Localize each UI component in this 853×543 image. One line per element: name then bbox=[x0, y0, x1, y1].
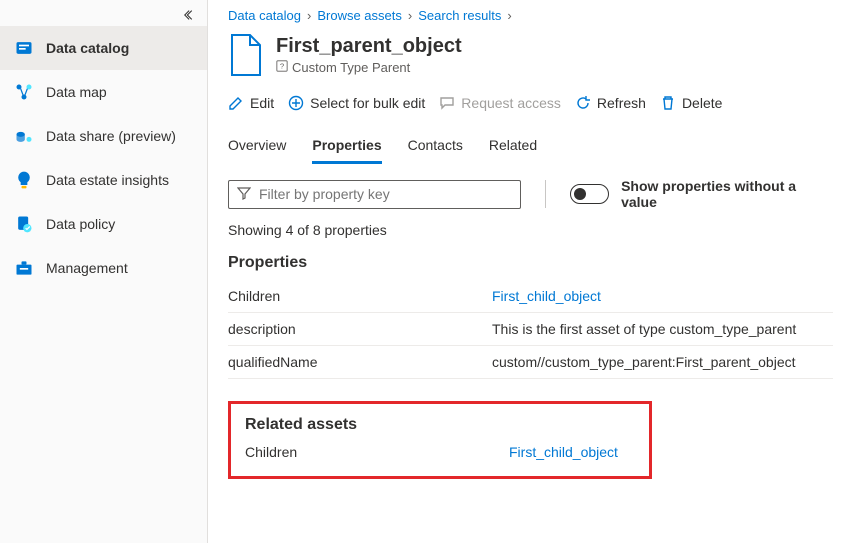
chevron-right-icon: › bbox=[307, 8, 311, 23]
sidebar-item-data-estate-insights[interactable]: Data estate insights bbox=[0, 158, 207, 202]
sidebar-item-management[interactable]: Management bbox=[0, 246, 207, 290]
related-assets-highlight: Related assets Children First_child_obje… bbox=[228, 401, 652, 479]
refresh-icon bbox=[575, 95, 591, 111]
properties-section-title: Properties bbox=[228, 254, 833, 272]
sidebar-item-data-catalog[interactable]: Data catalog bbox=[0, 26, 207, 70]
sidebar-item-data-policy[interactable]: Data policy bbox=[0, 202, 207, 246]
divider bbox=[545, 180, 546, 208]
property-row: Children First_child_object bbox=[228, 280, 833, 313]
tool-label: Select for bulk edit bbox=[310, 95, 425, 111]
asset-type-label: Custom Type Parent bbox=[292, 60, 410, 75]
refresh-button[interactable]: Refresh bbox=[575, 95, 646, 111]
breadcrumb-link[interactable]: Search results bbox=[418, 8, 501, 23]
page-title: First_parent_object bbox=[276, 35, 462, 58]
sidebar: Data catalog Data map Data share (previe… bbox=[0, 0, 208, 543]
plus-circle-icon bbox=[288, 95, 304, 111]
svg-text:?: ? bbox=[280, 62, 284, 71]
breadcrumb-link[interactable]: Data catalog bbox=[228, 8, 301, 23]
sidebar-item-data-map[interactable]: Data map bbox=[0, 70, 207, 114]
delete-icon bbox=[660, 95, 676, 111]
delete-button[interactable]: Delete bbox=[660, 95, 722, 111]
related-row: Children First_child_object bbox=[245, 444, 635, 460]
sidebar-item-label: Data map bbox=[46, 84, 107, 100]
type-icon: ? bbox=[276, 60, 288, 75]
breadcrumb-link[interactable]: Browse assets bbox=[317, 8, 402, 23]
sidebar-item-label: Data estate insights bbox=[46, 172, 169, 188]
property-row: qualifiedName custom//custom_type_parent… bbox=[228, 346, 833, 379]
tool-label: Request access bbox=[461, 95, 561, 111]
policy-icon bbox=[14, 214, 34, 234]
sidebar-item-label: Management bbox=[46, 260, 128, 276]
tab-properties[interactable]: Properties bbox=[312, 131, 381, 164]
property-key: Children bbox=[228, 288, 492, 304]
toggle-knob bbox=[574, 188, 586, 200]
toggle-label: Show properties without a value bbox=[621, 178, 833, 210]
show-empty-toggle[interactable] bbox=[570, 184, 610, 204]
insights-icon bbox=[14, 170, 34, 190]
breadcrumb: Data catalog › Browse assets › Search re… bbox=[228, 8, 833, 23]
main-content: Data catalog › Browse assets › Search re… bbox=[208, 0, 853, 543]
filter-input-wrapper[interactable] bbox=[228, 180, 521, 209]
related-key: Children bbox=[245, 444, 509, 460]
property-row: description This is the first asset of t… bbox=[228, 313, 833, 346]
chevron-right-icon: › bbox=[408, 8, 412, 23]
tool-label: Edit bbox=[250, 95, 274, 111]
property-value-link[interactable]: First_child_object bbox=[492, 288, 833, 304]
property-value: This is the first asset of type custom_t… bbox=[492, 321, 833, 337]
related-section-title: Related assets bbox=[245, 416, 635, 434]
management-icon bbox=[14, 258, 34, 278]
edit-button[interactable]: Edit bbox=[228, 95, 274, 111]
filter-input[interactable] bbox=[259, 186, 512, 202]
file-icon bbox=[228, 33, 264, 77]
property-value: custom//custom_type_parent:First_parent_… bbox=[492, 354, 833, 370]
select-bulk-edit-button[interactable]: Select for bulk edit bbox=[288, 95, 425, 111]
tab-related[interactable]: Related bbox=[489, 131, 537, 164]
sidebar-item-label: Data policy bbox=[46, 216, 115, 232]
share-icon bbox=[14, 126, 34, 146]
tabs: Overview Properties Contacts Related bbox=[228, 131, 833, 164]
request-access-button: Request access bbox=[439, 95, 561, 111]
filter-status: Showing 4 of 8 properties bbox=[228, 222, 833, 238]
sidebar-item-data-share[interactable]: Data share (preview) bbox=[0, 114, 207, 158]
sidebar-item-label: Data catalog bbox=[46, 40, 129, 56]
tool-label: Delete bbox=[682, 95, 722, 111]
property-key: qualifiedName bbox=[228, 354, 492, 370]
edit-icon bbox=[228, 95, 244, 111]
sidebar-item-label: Data share (preview) bbox=[46, 128, 176, 144]
tab-overview[interactable]: Overview bbox=[228, 131, 286, 164]
comment-icon bbox=[439, 95, 455, 111]
toolbar: Edit Select for bulk edit Request access… bbox=[228, 95, 833, 111]
related-value-link[interactable]: First_child_object bbox=[509, 444, 618, 460]
tool-label: Refresh bbox=[597, 95, 646, 111]
map-icon bbox=[14, 82, 34, 102]
catalog-icon bbox=[14, 38, 34, 58]
property-key: description bbox=[228, 321, 492, 337]
properties-table: Children First_child_object description … bbox=[228, 280, 833, 379]
filter-icon bbox=[237, 186, 251, 203]
chevron-right-icon: › bbox=[507, 8, 511, 23]
sidebar-collapse-button[interactable] bbox=[179, 4, 201, 26]
tab-contacts[interactable]: Contacts bbox=[408, 131, 463, 164]
